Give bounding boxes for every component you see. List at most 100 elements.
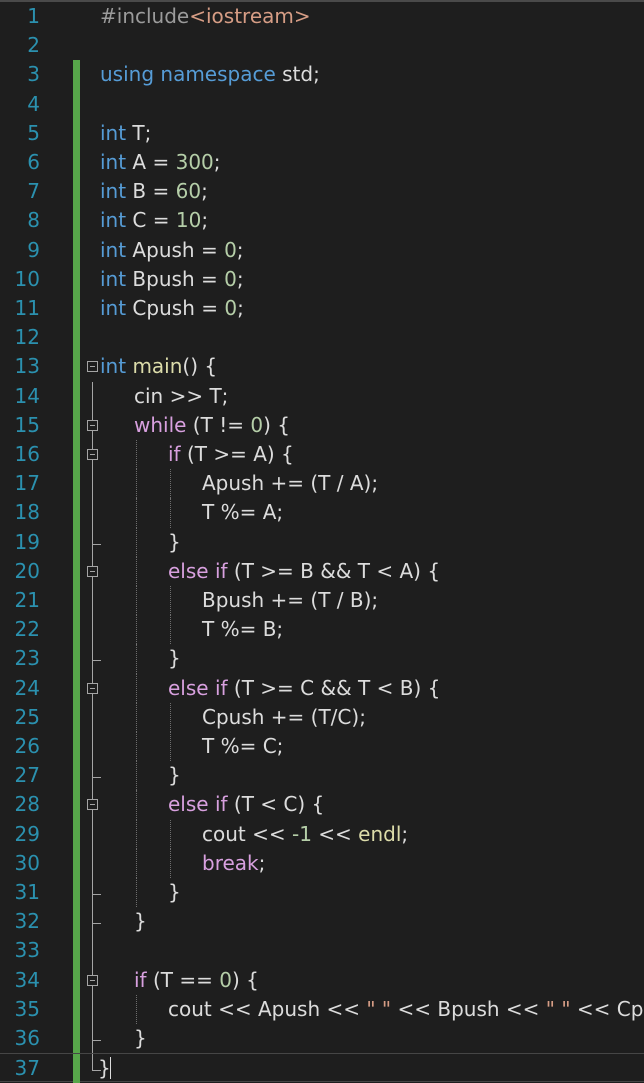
outline-guide-line [92, 381, 93, 411]
outline-margin [82, 206, 100, 235]
code-text: } [168, 528, 181, 557]
code-line[interactable]: 34 if (T == 0) { [0, 965, 644, 995]
code-line[interactable]: 37} [0, 1053, 644, 1083]
keyword: int [100, 179, 127, 204]
code-line[interactable]: 3 using namespace std; [0, 60, 644, 90]
outline-guide-line [92, 615, 93, 645]
code-text: } [134, 909, 147, 934]
outline-guide-line [92, 702, 93, 732]
code-text: cin >> T; [134, 383, 229, 408]
change-indicator-bar [73, 410, 80, 440]
number-literal: 0 [224, 266, 237, 291]
outline-margin [82, 119, 100, 148]
code-line[interactable]: 28 else if (T < C) { [0, 790, 644, 820]
outline-margin [82, 236, 100, 265]
change-indicator-bar [73, 615, 80, 645]
line-number: 4 [27, 91, 40, 116]
code-line[interactable]: 25 Cpush += (T/C); [0, 702, 644, 732]
code-line[interactable]: 22 T %= B; [0, 615, 644, 645]
change-indicator-bar [73, 819, 80, 849]
function-name: main [132, 354, 183, 379]
code-line[interactable]: 11 int Cpush = 0; [0, 294, 644, 324]
code-text: T %= B; [202, 617, 284, 642]
code-text: Bpush += (T / B); [202, 588, 379, 612]
line-number: 16 [14, 442, 40, 466]
code-line[interactable]: 5 int T; [0, 118, 644, 148]
collapse-toggle-icon[interactable] [87, 682, 98, 694]
code-line[interactable]: 33 [0, 936, 644, 966]
indent-guide [136, 732, 137, 762]
collapse-toggle-icon[interactable] [87, 799, 98, 811]
change-indicator-bar [73, 1054, 80, 1083]
code-line[interactable]: 23} [0, 644, 644, 674]
indent-guide [170, 732, 171, 762]
code-line[interactable]: 35 cout << Apush << " " << Bpush << " " <… [0, 994, 644, 1024]
code-line[interactable]: 26 T %= C; [0, 732, 644, 762]
outline-margin [82, 410, 100, 440]
code-line[interactable]: 6 int A = 300; [0, 148, 644, 178]
collapse-toggle-icon[interactable] [87, 419, 98, 431]
code-text: (T >= B && T < A) { [227, 558, 441, 583]
line-number: 11 [14, 296, 40, 320]
code-line[interactable]: 15 while (T != 0) { [0, 410, 644, 440]
string-literal: " " [366, 996, 392, 1021]
code-line[interactable]: 21 Bpush += (T / B); [0, 586, 644, 616]
code-line[interactable]: 4 [0, 89, 644, 119]
outline-margin [82, 586, 100, 616]
number-literal: 60 [175, 179, 202, 204]
indent-guide [136, 761, 137, 791]
collapse-toggle-icon[interactable] [87, 565, 98, 577]
code-text: Apush += (T / A); [202, 469, 378, 498]
code-line[interactable]: 1 #include<iostream> [0, 2, 644, 31]
code-line[interactable]: 17 Apush += (T / A); [0, 469, 644, 499]
code-line[interactable]: 27} [0, 761, 644, 791]
indent-guide [136, 673, 137, 703]
indent-guide [136, 848, 137, 878]
outline-guide-line [92, 994, 93, 1024]
code-line[interactable]: 36} [0, 1024, 644, 1054]
code-line[interactable]: 9 int Apush = 0; [0, 235, 644, 265]
code-text: else if (T < C) { [168, 790, 324, 819]
code-line[interactable]: 30 break; [0, 848, 644, 878]
outline-margin [82, 440, 100, 470]
code-text: } [134, 1026, 147, 1050]
code-line[interactable]: 12 [0, 323, 644, 353]
change-indicator-bar [73, 177, 80, 207]
code-line[interactable]: 20 else if (T >= B && T < A) { [0, 556, 644, 586]
code-line[interactable]: 24 else if (T >= C && T < B) { [0, 673, 644, 703]
code-line[interactable]: 19} [0, 527, 644, 557]
keyword: int [100, 150, 127, 174]
code-line[interactable]: 2 [0, 31, 644, 60]
line-number: 10 [14, 266, 40, 291]
outline-margin [82, 31, 100, 60]
code-line[interactable]: 10 int Bpush = 0; [0, 264, 644, 294]
line-number: 25 [14, 704, 40, 729]
collapse-toggle-icon[interactable] [87, 361, 98, 373]
collapse-toggle-icon[interactable] [87, 974, 98, 986]
code-editor[interactable]: 1 #include<iostream> 2 3 using namespace std… [0, 0, 644, 1083]
change-indicator-bar [73, 936, 80, 966]
change-indicator-bar [73, 907, 80, 937]
code-line[interactable]: 29 cout << -1 << endl; [0, 819, 644, 849]
line-number: 15 [14, 412, 40, 437]
code-line[interactable]: 13 int main() { [0, 352, 644, 382]
control-keyword: if [168, 442, 181, 466]
code-line[interactable]: 14 cin >> T; [0, 381, 644, 411]
code-line[interactable]: 31} [0, 878, 644, 908]
code-text: cout << Apush << " " << Bpush << " " << … [168, 995, 644, 1024]
code-line[interactable]: 7 int B = 60; [0, 177, 644, 207]
code-line[interactable]: 16 if (T >= A) { [0, 440, 644, 470]
code-line[interactable]: 8 int C = 10; [0, 206, 644, 236]
indent-guide [170, 848, 171, 878]
outline-margin [82, 352, 100, 381]
code-line[interactable]: 18 T %= A; [0, 498, 644, 528]
change-indicator-bar [73, 673, 80, 703]
code-text: (T == [146, 967, 220, 992]
line-number: 21 [14, 588, 40, 612]
code-text: () { [182, 354, 218, 379]
code-line[interactable]: 32} [0, 907, 644, 937]
line-number: 1 [27, 4, 40, 28]
collapse-toggle-icon[interactable] [87, 449, 98, 460]
function-name: endl [358, 821, 402, 846]
code-text: Bpush = [126, 266, 225, 291]
